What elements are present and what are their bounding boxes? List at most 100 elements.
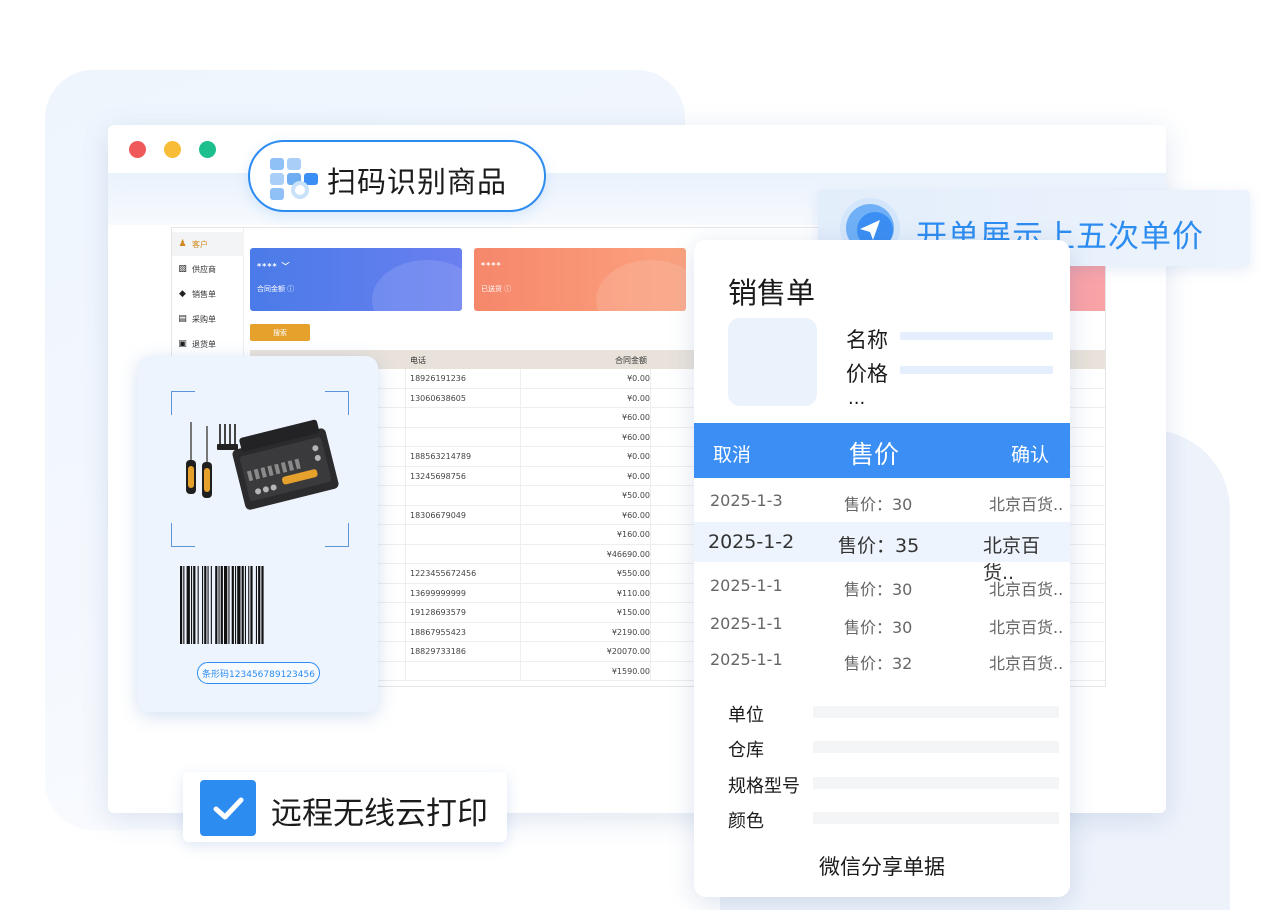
barcode-scan-card: 条形码123456789123456 xyxy=(138,356,378,712)
field-price-value xyxy=(900,366,1053,374)
attr-color-label: 颜色 xyxy=(728,811,764,832)
barcode-bar xyxy=(248,566,250,644)
barcode-bar xyxy=(210,566,212,644)
search-button[interactable]: 搜索 xyxy=(250,324,310,341)
attr-unit-field[interactable] xyxy=(813,706,1059,718)
cloud-print-badge: 远程无线云打印 xyxy=(183,772,507,842)
field-name-label: 名称 xyxy=(846,328,888,352)
history-store: 北京百货.. xyxy=(989,654,1064,673)
cell-phone: 19128693579 xyxy=(410,608,466,617)
cell-amount: ¥1590.00 xyxy=(611,666,650,676)
picker-title: 售价 xyxy=(849,440,900,469)
attr-color-field[interactable] xyxy=(813,812,1059,824)
cell-phone: 18867955423 xyxy=(410,627,466,637)
sidebar-item-customer[interactable]: ♟ 客户 xyxy=(172,232,244,256)
barcode-bar xyxy=(218,566,220,644)
cell-phone: 188563214789 xyxy=(410,452,472,461)
card-value: **** ﹀ xyxy=(257,262,291,271)
sidebar-item-label: 退货单 xyxy=(192,339,216,349)
cell-amount: ¥550.00 xyxy=(616,569,650,578)
picker-confirm-button[interactable]: 确认 xyxy=(1011,440,1049,467)
price-history-row[interactable]: 2025-1-1 售价：30 北京百货.. xyxy=(694,566,1070,606)
barcode-image xyxy=(180,566,264,644)
history-price: 售价：35 xyxy=(838,535,920,557)
barcode-bar xyxy=(258,566,261,644)
history-date: 2025-1-1 xyxy=(710,576,783,595)
close-window-button[interactable] xyxy=(129,141,146,158)
cell-amount: ¥150.00 xyxy=(616,608,650,617)
barcode-bar xyxy=(186,566,190,644)
price-history-row[interactable]: 2025-1-1 售价：32 北京百货.. xyxy=(694,640,1070,680)
barcode-bar xyxy=(215,566,218,644)
cell-amount: ¥160.00 xyxy=(616,530,650,539)
barcode-bar xyxy=(250,566,253,644)
more-fields-ellipsis: ... xyxy=(848,388,866,409)
history-price: 售价：30 xyxy=(844,495,913,514)
attr-spec-field[interactable] xyxy=(813,777,1059,789)
promo-stage: ♟ 客户 ▧ 供应商 ◆ 销售单 ▤ 采购单 ▣ 退货单 **** ﹀ 合同金额… xyxy=(0,0,1262,910)
cell-amount: ¥60.00 xyxy=(622,413,650,422)
price-history-row[interactable]: 2025-1-1 售价：30 北京百货.. xyxy=(694,604,1070,644)
cloud-print-label: 远程无线云打印 xyxy=(271,796,488,832)
sidebar-item-label: 销售单 xyxy=(192,289,216,299)
cell-amount: ¥0.00 xyxy=(627,452,650,461)
picker-cancel-button[interactable]: 取消 xyxy=(713,440,751,467)
scan-frame-corner xyxy=(171,391,195,415)
sidebar-item-label: 客户 xyxy=(192,239,208,249)
field-price-label: 价格 xyxy=(846,362,888,386)
cell-phone: 1223455672456 xyxy=(410,569,477,578)
barcode-bar xyxy=(241,566,244,644)
cell-amount: ¥20070.00 xyxy=(606,647,650,656)
cell-amount: ¥50.00 xyxy=(622,491,650,500)
cell-phone: 13060638605 xyxy=(410,393,466,403)
barcode-bar xyxy=(228,566,230,644)
barcode-number: 条形码123456789123456 xyxy=(197,662,320,684)
cell-phone: 18306679049 xyxy=(410,510,466,520)
scan-feature-badge: 扫码识别商品 xyxy=(248,140,546,212)
cell-amount: ¥0.00 xyxy=(627,393,650,403)
barcode-bar xyxy=(197,566,199,644)
price-history-row[interactable]: 2025-1-3 售价：30 北京百货.. xyxy=(694,481,1070,521)
return-icon: ▣ xyxy=(178,338,187,349)
history-date: 2025-1-2 xyxy=(708,531,795,553)
screwdriver-toolkit-icon xyxy=(186,419,339,510)
delivered-card: **** 已送货 ⓘ xyxy=(474,248,686,311)
contract-amount-card: **** ﹀ 合同金额 ⓘ xyxy=(250,248,462,311)
sidebar-item-purchase[interactable]: ▤ 采购单 xyxy=(172,307,244,331)
barcode-bar xyxy=(231,566,234,644)
card-label: 合同金额 ⓘ xyxy=(257,285,295,293)
sidebar-item-return[interactable]: ▣ 退货单 xyxy=(172,332,244,356)
attr-warehouse-label: 仓库 xyxy=(728,740,764,761)
history-price: 售价：30 xyxy=(844,618,913,637)
cell-amount: ¥60.00 xyxy=(622,432,650,442)
user-group-icon: ♟ xyxy=(178,238,187,249)
barcode-bar xyxy=(235,566,237,644)
minimize-window-button[interactable] xyxy=(164,141,181,158)
history-date: 2025-1-3 xyxy=(710,491,783,510)
card-label: 已送货 ⓘ xyxy=(481,285,512,293)
barcode-bar xyxy=(202,566,204,644)
wechat-share-button[interactable]: 微信分享单据 xyxy=(694,851,1070,881)
barcode-bar xyxy=(193,566,196,644)
cart-icon: ▤ xyxy=(178,313,187,324)
history-store: 北京百货.. xyxy=(989,495,1064,514)
scan-frame-corner xyxy=(171,523,195,547)
scan-frame-corner xyxy=(325,391,349,415)
cell-amount: ¥0.00 xyxy=(627,471,650,481)
cell-phone: 18926191236 xyxy=(410,374,466,383)
sidebar-item-supplier[interactable]: ▧ 供应商 xyxy=(172,257,244,281)
maximize-window-button[interactable] xyxy=(199,141,216,158)
sidebar-item-sales[interactable]: ◆ 销售单 xyxy=(172,282,244,306)
barcode-bar xyxy=(237,566,241,644)
grid-scan-icon xyxy=(270,158,318,200)
barcode-bar xyxy=(220,566,223,644)
column-header-amount: 合同金额 xyxy=(615,356,647,365)
price-history-row-selected[interactable]: 2025-1-2 售价：35 北京百货.. xyxy=(694,522,1070,584)
history-price: 售价：32 xyxy=(844,654,913,673)
cell-phone: 13245698756 xyxy=(410,471,466,481)
attr-unit-label: 单位 xyxy=(728,705,764,726)
attr-warehouse-field[interactable] xyxy=(813,741,1059,753)
sales-order-panel: 销售单 名称 价格 ... 取消 售价 确认 2025-1-3 售价：30 北京… xyxy=(694,240,1070,897)
barcode-bar xyxy=(261,566,264,644)
barcode-bar xyxy=(183,566,185,644)
